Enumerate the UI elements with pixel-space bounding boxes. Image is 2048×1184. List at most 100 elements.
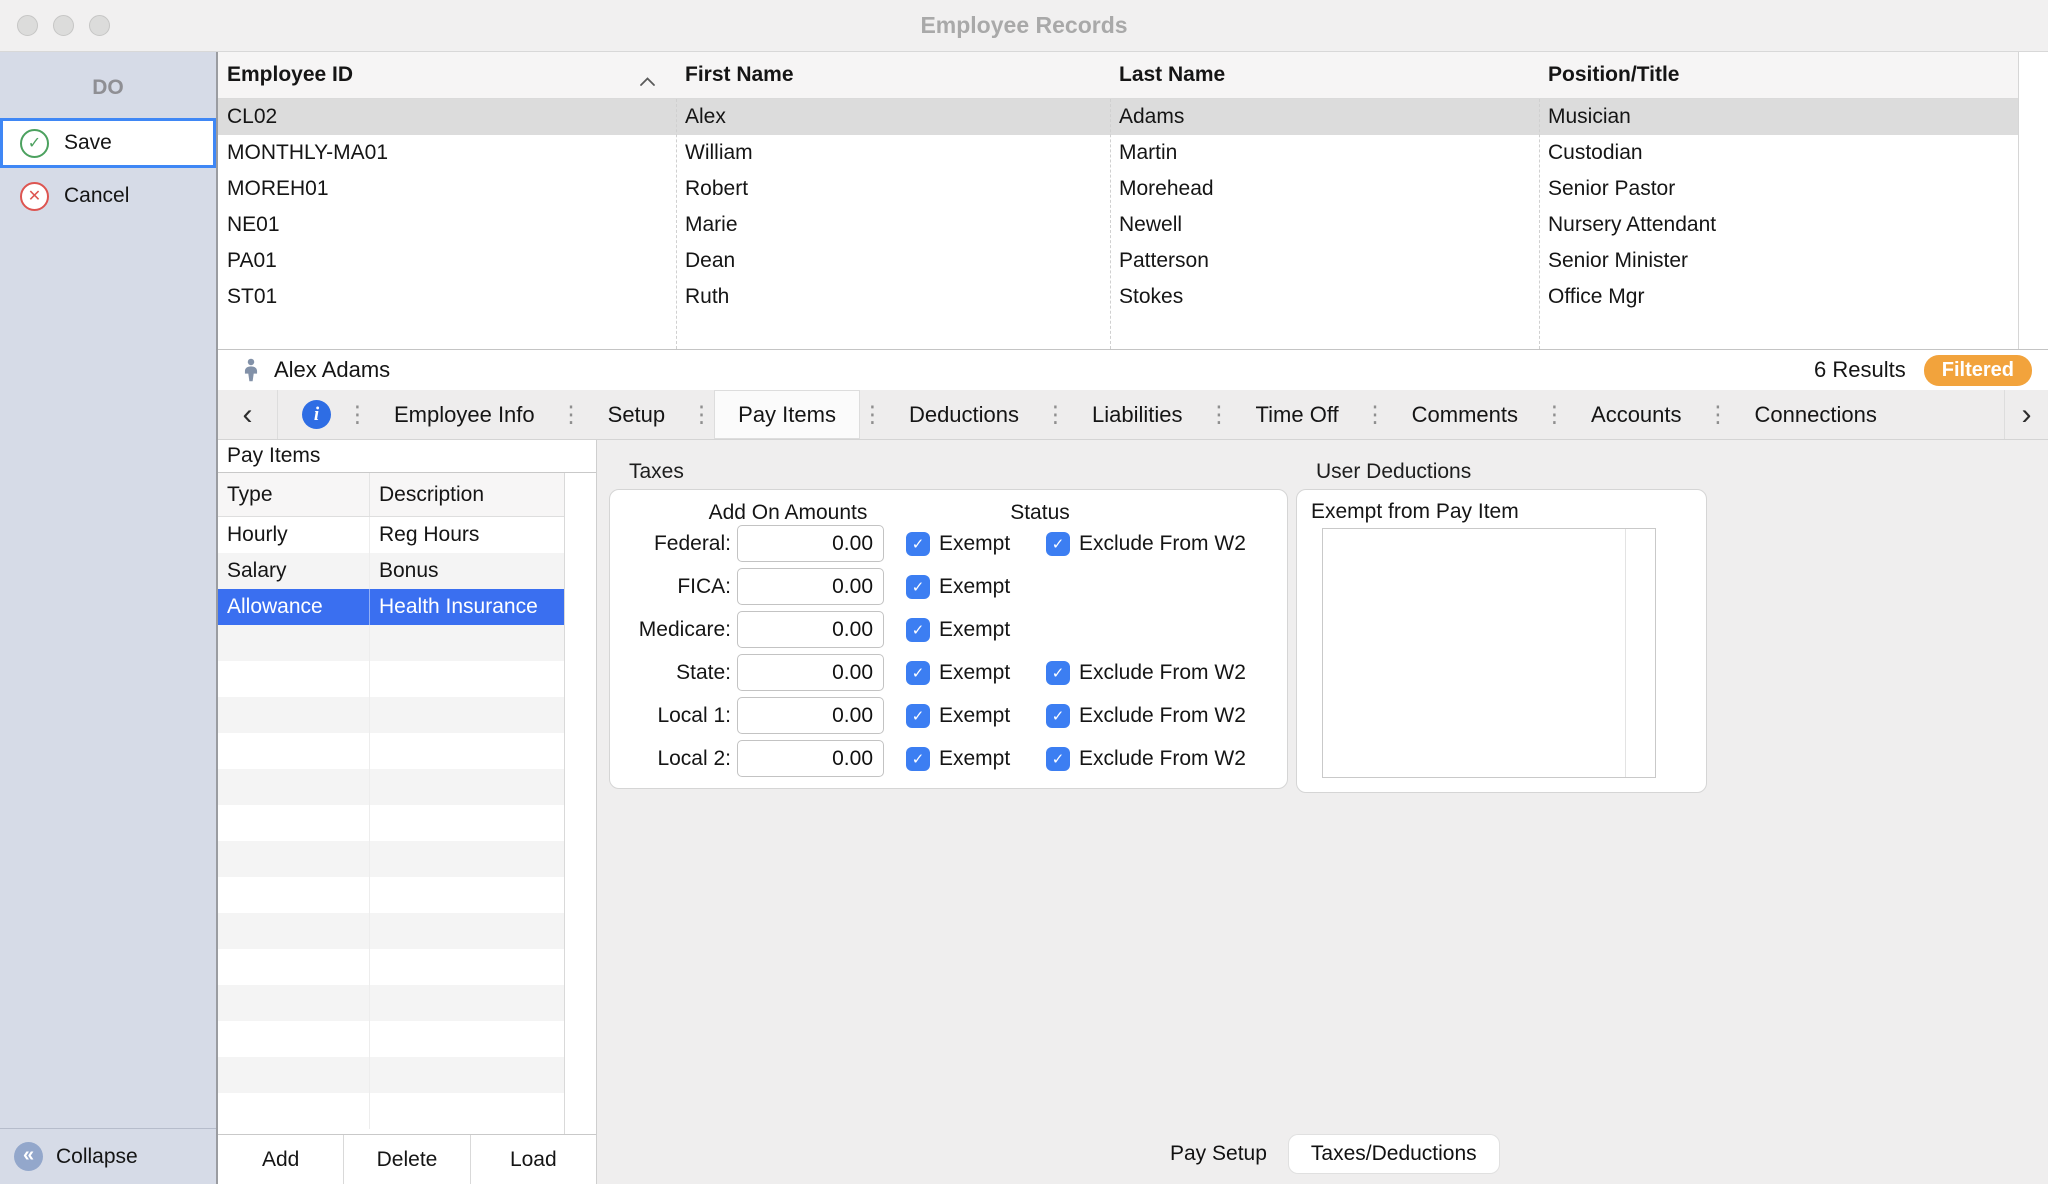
exempt-list-scrollbar[interactable]	[1625, 529, 1655, 777]
cancel-x-icon: ✕	[20, 182, 49, 211]
employee-table-scrollbar[interactable]	[2018, 52, 2048, 349]
pay-items-description-header[interactable]: Description	[370, 483, 565, 507]
add-button[interactable]: Add	[218, 1135, 344, 1184]
employee-row[interactable]: MOREH01RobertMoreheadSenior Pastor	[218, 171, 2018, 207]
tax-amount-field-medicare[interactable]	[737, 611, 884, 648]
column-header-last-name[interactable]: Last Name	[1110, 52, 1539, 98]
info-tab[interactable]: i	[278, 390, 345, 439]
cancel-button[interactable]: ✕ Cancel	[0, 171, 216, 221]
column-header-employee-id[interactable]: Employee ID	[218, 52, 676, 98]
pay-item-row[interactable]: HourlyReg Hours	[218, 517, 565, 553]
exempt-label: Exempt	[939, 704, 1010, 728]
exclude-w2-checkbox[interactable]: ✓	[1046, 747, 1070, 771]
tax-label: Federal:	[610, 532, 731, 556]
tab-menu-dots-icon[interactable]: ⋮	[559, 390, 584, 439]
pay-items-type-header[interactable]: Type	[218, 473, 370, 516]
pay-items-scrollbar[interactable]	[564, 473, 596, 1134]
exempt-checkbox[interactable]: ✓	[906, 661, 930, 685]
exclude-w2-checkbox[interactable]: ✓	[1046, 661, 1070, 685]
tab-accounts[interactable]: Accounts	[1567, 390, 1706, 439]
employee-row[interactable]: MONTHLY-MA01WilliamMartinCustodian	[218, 135, 2018, 171]
tab-label: Setup	[608, 402, 666, 428]
pay-item-description	[370, 949, 565, 985]
employee-cell-position: Senior Pastor	[1539, 177, 2016, 201]
tax-amount-field-local-2[interactable]	[737, 740, 884, 777]
tab-connections[interactable]: Connections	[1731, 390, 1901, 439]
exempt-checkbox[interactable]: ✓	[906, 618, 930, 642]
employee-cell-last: Morehead	[1110, 177, 1539, 201]
tab-menu-dots-icon[interactable]: ⋮	[1363, 390, 1388, 439]
exclude-w2-checkbox[interactable]: ✓	[1046, 532, 1070, 556]
column-header-position-title[interactable]: Position/Title	[1539, 52, 2016, 98]
pay-item-type	[218, 949, 370, 985]
exclude-w2-label: Exclude From W2	[1079, 704, 1246, 728]
tab-employee-info[interactable]: Employee Info	[370, 390, 559, 439]
pay-item-description	[370, 1093, 565, 1129]
tab-label: Comments	[1412, 402, 1518, 428]
filtered-badge[interactable]: Filtered	[1924, 355, 2032, 386]
tab-liabilities[interactable]: Liabilities	[1068, 390, 1207, 439]
pay-item-description: Health Insurance	[370, 589, 565, 625]
pay-item-type	[218, 913, 370, 949]
exempt-checkbox[interactable]: ✓	[906, 575, 930, 599]
tab-setup[interactable]: Setup	[584, 390, 690, 439]
load-button[interactable]: Load	[471, 1135, 596, 1184]
save-button[interactable]: ✓ Save	[0, 118, 216, 168]
pay-items-column-headers: Type Description	[218, 473, 565, 517]
pay-item-type	[218, 841, 370, 877]
taxes-box: Add On Amounts Status Federal:✓Exempt✓Ex…	[609, 489, 1288, 789]
exempt-checkbox[interactable]: ✓	[906, 532, 930, 556]
collapse-button-label: Collapse	[56, 1145, 138, 1169]
tab-menu-dots-icon[interactable]: ⋮	[860, 390, 885, 439]
bottom-tab-taxes-deductions[interactable]: Taxes/Deductions	[1289, 1135, 1499, 1173]
exempt-from-pay-item-list[interactable]	[1322, 528, 1656, 778]
tax-amount-field-fica[interactable]	[737, 568, 884, 605]
tab-menu-dots-icon[interactable]: ⋮	[689, 390, 714, 439]
pay-item-description: Bonus	[370, 553, 565, 589]
exempt-checkbox[interactable]: ✓	[906, 704, 930, 728]
exclude-w2-checkbox[interactable]: ✓	[1046, 704, 1070, 728]
tax-amount-field-federal[interactable]	[737, 525, 884, 562]
column-divider	[1110, 99, 1111, 349]
employee-row[interactable]: CL02AlexAdamsMusician	[218, 99, 2018, 135]
employee-row[interactable]: PA01DeanPattersonSenior Minister	[218, 243, 2018, 279]
tab-deductions[interactable]: Deductions	[885, 390, 1043, 439]
collapse-button[interactable]: « Collapse	[0, 1128, 216, 1184]
tab-menu-dots-icon[interactable]: ⋮	[1207, 390, 1232, 439]
info-icon[interactable]: i	[302, 400, 331, 429]
pay-item-row[interactable]: SalaryBonus	[218, 553, 565, 589]
tab-menu-dots-icon[interactable]: ⋮	[1043, 390, 1068, 439]
tax-row-local-1: Local 1:✓Exempt✓Exclude From W2	[610, 694, 1287, 737]
employee-cell-first: Ruth	[676, 285, 1110, 309]
pay-item-row[interactable]: AllowanceHealth Insurance	[218, 589, 565, 625]
tax-amount-field-local-1[interactable]	[737, 697, 884, 734]
save-check-icon: ✓	[20, 129, 49, 158]
exempt-checkbox[interactable]: ✓	[906, 747, 930, 771]
pay-item-type	[218, 1093, 370, 1129]
column-header-label: Position/Title	[1548, 63, 1679, 87]
tab-menu-dots-icon[interactable]: ⋮	[345, 390, 370, 439]
employee-row[interactable]: ST01RuthStokesOffice Mgr	[218, 279, 2018, 315]
tab-pay-items[interactable]: Pay Items	[714, 390, 860, 439]
column-header-first-name[interactable]: First Name	[676, 52, 1110, 98]
tab-menu-dots-icon[interactable]: ⋮	[1706, 390, 1731, 439]
employee-cell-last: Patterson	[1110, 249, 1539, 273]
zoom-window-button[interactable]	[89, 15, 110, 36]
tab-time-off[interactable]: Time Off	[1232, 390, 1363, 439]
delete-button[interactable]: Delete	[344, 1135, 470, 1184]
tab-menu-dots-icon[interactable]: ⋮	[1542, 390, 1567, 439]
pay-item-empty-row	[218, 625, 565, 661]
tab-label: Time Off	[1256, 402, 1339, 428]
tab-scroll-right-button[interactable]: ›	[2004, 390, 2048, 439]
pay-item-description	[370, 733, 565, 769]
employee-row[interactable]: NE01MarieNewellNursery Attendant	[218, 207, 2018, 243]
bottom-tab-pay-setup[interactable]: Pay Setup	[1148, 1135, 1289, 1173]
tab-comments[interactable]: Comments	[1388, 390, 1542, 439]
minimize-window-button[interactable]	[53, 15, 74, 36]
close-window-button[interactable]	[17, 15, 38, 36]
tab-scroll-left-button[interactable]: ‹	[218, 390, 278, 439]
exclude-w2-option: ✓ Exclude From W2	[1046, 704, 1246, 728]
pay-item-empty-row	[218, 697, 565, 733]
tax-amount-field-state[interactable]	[737, 654, 884, 691]
tax-rows: Federal:✓Exempt✓Exclude From W2FICA:✓Exe…	[610, 522, 1287, 780]
